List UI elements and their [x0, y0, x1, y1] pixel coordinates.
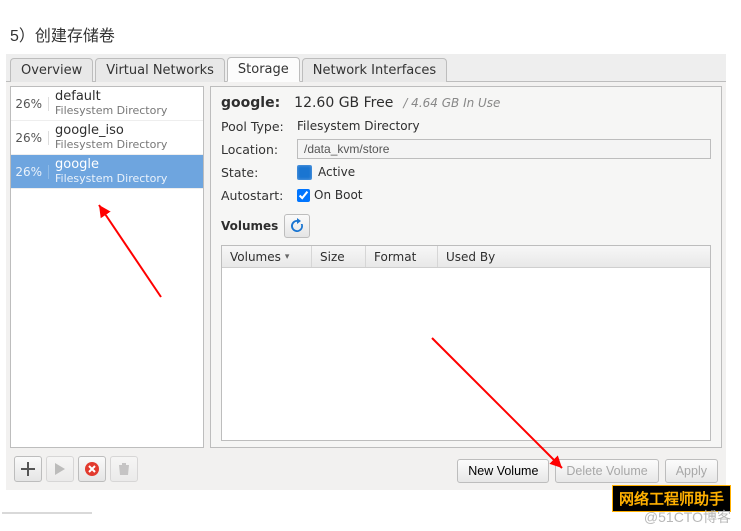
tab-virtual-networks[interactable]: Virtual Networks	[95, 58, 225, 82]
pool-subtype: Filesystem Directory	[55, 139, 167, 151]
pool-name: google_iso	[55, 124, 167, 138]
sidebar-item-text: google Filesystem Directory	[49, 158, 167, 184]
location-input[interactable]	[297, 139, 711, 159]
col-volumes-label: Volumes	[230, 250, 281, 264]
pool-detail-panel: google: 12.60 GB Free / 4.64 GB In Use P…	[210, 86, 722, 448]
sidebar-item-google-iso[interactable]: 26% google_iso Filesystem Directory	[11, 121, 203, 155]
pool-toolbar	[6, 452, 146, 486]
pool-name: google	[55, 158, 167, 172]
pool-subtype: Filesystem Directory	[55, 105, 167, 117]
stop-pool-button[interactable]	[78, 456, 106, 482]
pool-inuse: / 4.64 GB In Use	[403, 96, 500, 110]
decorative-rule	[2, 512, 92, 514]
location-row: Location:	[221, 139, 711, 159]
pool-type-row: Pool Type: Filesystem Directory	[221, 116, 711, 136]
add-pool-button[interactable]	[14, 456, 42, 482]
state-label: State:	[221, 165, 291, 180]
plus-icon	[21, 462, 35, 476]
autostart-row: Autostart: On Boot	[221, 185, 711, 205]
state-active-icon	[297, 165, 312, 180]
volumes-table: Volumes ▾ Size Format Used By	[221, 245, 711, 441]
volumes-section-label: Volumes	[221, 219, 278, 233]
autostart-label: Autostart:	[221, 188, 291, 203]
volumes-table-body[interactable]	[222, 268, 710, 440]
sidebar-item-default[interactable]: 26% default Filesystem Directory	[11, 87, 203, 121]
col-size[interactable]: Size	[312, 246, 366, 267]
sidebar-item-text: default Filesystem Directory	[49, 90, 167, 116]
autostart-checkbox[interactable]	[297, 189, 310, 202]
tab-overview[interactable]: Overview	[10, 58, 93, 82]
volumes-header: Volumes	[221, 214, 711, 238]
delete-volume-button[interactable]: Delete Volume	[555, 459, 658, 483]
pool-sidebar: 26% default Filesystem Directory 26% goo…	[10, 86, 204, 448]
detail-footer: New Volume Delete Volume Apply	[449, 453, 726, 485]
tab-network-interfaces[interactable]: Network Interfaces	[302, 58, 447, 82]
pool-type-value: Filesystem Directory	[297, 119, 420, 133]
sort-indicator-icon: ▾	[285, 252, 290, 262]
trash-icon	[117, 462, 131, 476]
delete-pool-button[interactable]	[110, 456, 138, 482]
tabs-bar: Overview Virtual Networks Storage Networ…	[6, 54, 726, 82]
usage-percent: 26%	[15, 97, 49, 111]
state-row: State: Active	[221, 162, 711, 182]
col-volumes[interactable]: Volumes ▾	[222, 246, 312, 267]
autostart-value: On Boot	[314, 188, 363, 202]
autostart-checkbox-wrap[interactable]: On Boot	[297, 188, 363, 202]
refresh-icon	[289, 218, 305, 234]
pool-title: google:	[221, 95, 280, 111]
storage-manager-window: Overview Virtual Networks Storage Networ…	[6, 54, 726, 490]
col-format[interactable]: Format	[366, 246, 438, 267]
volumes-table-header: Volumes ▾ Size Format Used By	[222, 246, 710, 268]
pool-title-row: google: 12.60 GB Free / 4.64 GB In Use	[221, 93, 711, 113]
state-value: Active	[318, 165, 355, 179]
new-volume-button[interactable]: New Volume	[457, 459, 549, 483]
apply-button[interactable]: Apply	[665, 459, 718, 483]
annotation-arrow-sidebar	[91, 197, 171, 307]
main-body: 26% default Filesystem Directory 26% goo…	[6, 82, 726, 452]
pool-free: 12.60 GB Free	[294, 95, 393, 111]
pool-name: default	[55, 90, 167, 104]
location-label: Location:	[221, 142, 291, 157]
pool-subtype: Filesystem Directory	[55, 173, 167, 185]
stop-icon	[84, 461, 100, 477]
usage-percent: 26%	[15, 165, 49, 179]
start-pool-button[interactable]	[46, 456, 74, 482]
usage-percent: 26%	[15, 131, 49, 145]
pool-type-label: Pool Type:	[221, 119, 291, 134]
sidebar-item-text: google_iso Filesystem Directory	[49, 124, 167, 150]
col-usedby[interactable]: Used By	[438, 246, 710, 267]
play-icon	[54, 463, 66, 475]
tab-storage[interactable]: Storage	[227, 57, 300, 82]
step-heading: 5）创建存储卷	[10, 22, 115, 46]
sidebar-item-google[interactable]: 26% google Filesystem Directory	[11, 155, 203, 189]
refresh-volumes-button[interactable]	[284, 214, 310, 238]
watermark-text: @51CTO博客	[644, 507, 731, 527]
